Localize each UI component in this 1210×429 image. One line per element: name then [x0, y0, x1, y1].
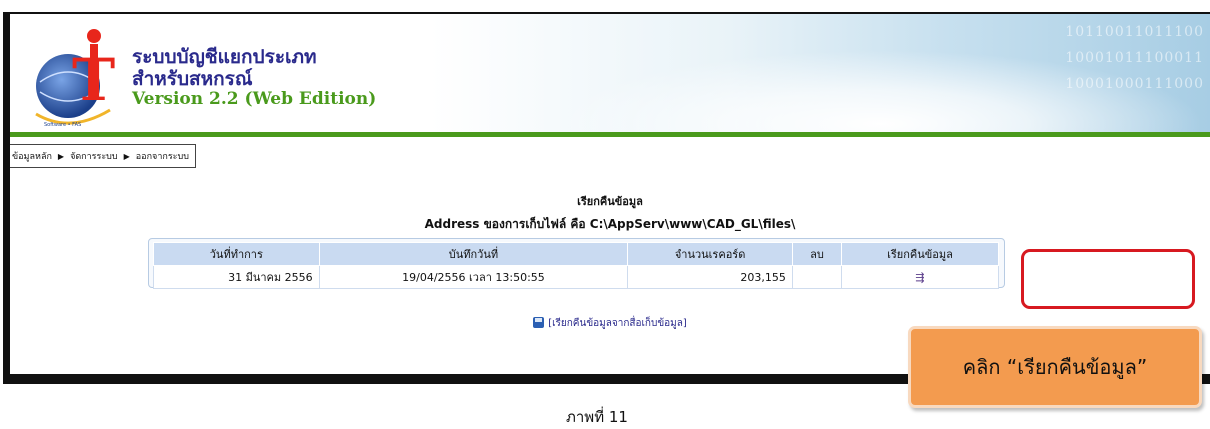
binary-text-3: 10001000111000 [1065, 76, 1204, 92]
backup-table-container: วันที่ทำการ บันทึกวันที่ จำนวนเรคอร์ด ลบ… [148, 238, 1005, 289]
cell-records: 203,155 [627, 265, 793, 289]
restore-icon[interactable]: ⇶ [915, 271, 924, 284]
cell-restore[interactable]: ⇶ [841, 265, 999, 289]
col-header-delete: ลบ [791, 242, 843, 266]
menu-item-master-data[interactable]: ข้อมูลหลัก [12, 149, 52, 163]
app-version: Version 2.2 (Web Edition) [132, 89, 377, 109]
file-address: Address ของการเก็บไฟล์ คือ C:\AppServ\ww… [424, 217, 796, 231]
restore-highlight-box [1021, 249, 1195, 309]
menu-item-system-admin[interactable]: จัดการระบบ [70, 149, 118, 163]
binary-text-1: 10110011011100 [1065, 24, 1204, 40]
header-divider [10, 132, 1210, 137]
instruction-callout: คลิก “เรียกคืนข้อมูล” [908, 326, 1202, 408]
main-menu: ข้อมูลหลัก ▶ จัดการระบบ ▶ ออกจากระบบ [10, 144, 196, 168]
menu-arrow-icon: ▶ [57, 151, 65, 161]
menu-item-logout[interactable]: ออกจากระบบ [136, 149, 189, 163]
col-header-date: วันที่ทำการ [153, 242, 320, 266]
svg-text:Software • FAS: Software • FAS [44, 122, 81, 128]
menu-arrow-icon: ▶ [123, 151, 130, 161]
cell-delete[interactable] [791, 265, 843, 289]
table-header-row: วันที่ทำการ บันทึกวันที่ จำนวนเรคอร์ด ลบ… [153, 242, 999, 266]
col-header-saved: บันทึกวันที่ [318, 242, 629, 266]
cell-date: 31 มีนาคม 2556 [153, 265, 320, 289]
floppy-disk-icon [533, 317, 545, 328]
app-window: 10110011011100 10001011100011 1000100011… [10, 14, 1210, 374]
col-header-records: จำนวนเรคอร์ด [627, 242, 793, 266]
backup-table: วันที่ทำการ บันทึกวันที่ จำนวนเรคอร์ด ลบ… [153, 242, 999, 289]
page-title: เรียกคืนข้อมูล [577, 195, 643, 208]
binary-text-2: 10001011100011 [1065, 50, 1204, 66]
table-row: 31 มีนาคม 2556 19/04/2556 เวลา 13:50:55 … [153, 265, 999, 289]
cell-saved: 19/04/2556 เวลา 13:50:55 [318, 265, 629, 289]
figure-caption: ภาพที่ 11 [566, 408, 628, 426]
header-banner: 10110011011100 10001011100011 1000100011… [10, 14, 1210, 136]
restore-from-media-link[interactable]: [เรียกคืนข้อมูลจากสื่อเก็บข้อมูล] [548, 318, 687, 329]
col-header-restore: เรียกคืนข้อมูล [841, 242, 999, 266]
fas-logo: T Software • FAS [35, 29, 115, 128]
